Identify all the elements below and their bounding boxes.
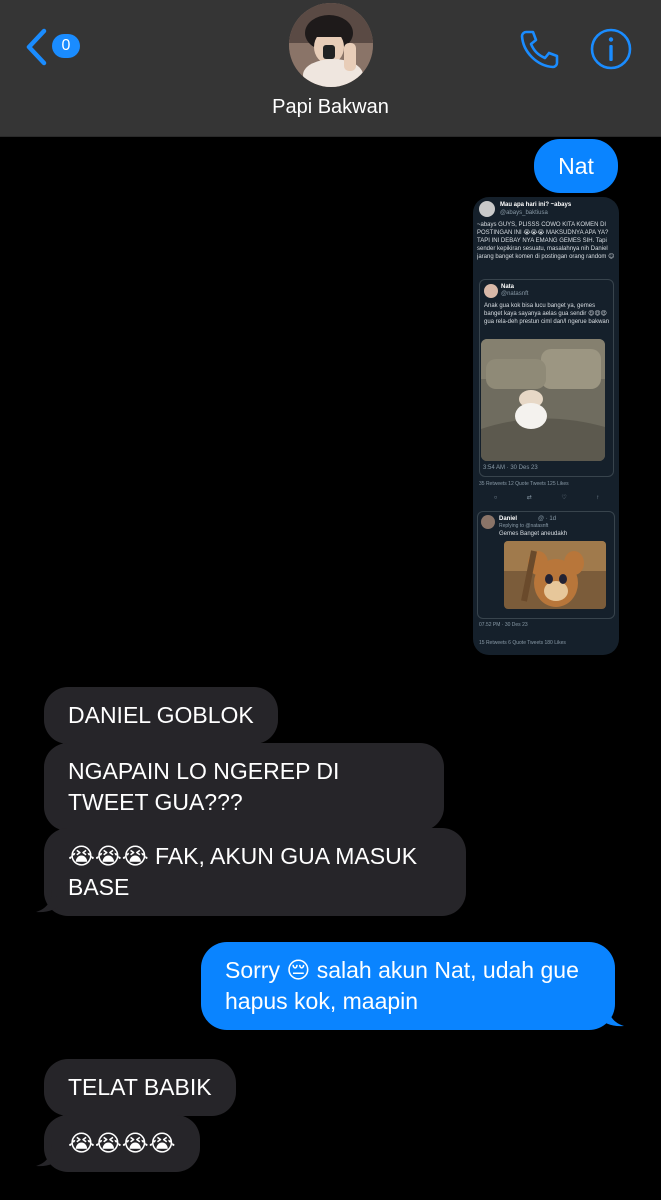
reply-icon: ○ bbox=[493, 495, 498, 501]
tweet-account-name: Mau apa hari ini? ~abays bbox=[500, 202, 572, 208]
tweet-actions: ○ ⇄ ♡ ↑ bbox=[479, 494, 614, 502]
shared-tweet-screenshot[interactable]: Mau apa hari ini? ~abays @abays_baktiusa… bbox=[473, 197, 619, 655]
retweet-icon: ⇄ bbox=[526, 495, 532, 501]
emoji: 😭😭😭 bbox=[68, 843, 149, 869]
tweet-avatar bbox=[479, 201, 495, 217]
incoming-message-bubble[interactable]: 😭😭😭😭 bbox=[44, 1115, 200, 1172]
contact-name[interactable]: Papi Bakwan bbox=[0, 96, 661, 119]
conversation-header: 0 Papi Bakwan bbox=[0, 0, 661, 137]
info-icon bbox=[590, 28, 632, 70]
quoted-timestamp: 3:54 AM · 30 Des 23 bbox=[483, 465, 538, 471]
tweet-footer-time: 07.52 PM · 30 Des 23 bbox=[479, 622, 528, 628]
avatar[interactable] bbox=[289, 3, 373, 87]
quoted-avatar bbox=[484, 284, 498, 298]
tweet-handle: @abays_baktiusa bbox=[500, 210, 548, 216]
outgoing-message-bubble[interactable]: Nat bbox=[534, 139, 618, 193]
quoted-handle: @natasnft bbox=[501, 291, 529, 297]
reply-to: Replying to @natasnft bbox=[499, 523, 549, 529]
message-text: Sorry bbox=[225, 957, 280, 983]
reply-avatar bbox=[481, 515, 495, 529]
tweet-body: ~abays GUYS, PLISSS COWO KITA KOMEN DI P… bbox=[477, 222, 615, 260]
incoming-message-bubble[interactable]: 😭😭😭 FAK, AKUN GUA MASUK BASE bbox=[44, 828, 466, 916]
share-icon: ↑ bbox=[596, 495, 600, 501]
bubble-tail bbox=[36, 1144, 62, 1167]
quoted-tweet-card: Nata @natasnft Anak gua kok bisa lucu ba… bbox=[479, 279, 614, 477]
reply-tweet-card: Daniel @ · 1d Replying to @natasnft Geme… bbox=[477, 511, 615, 619]
baby-photo bbox=[481, 339, 605, 461]
pensive-emoji: 😔 bbox=[286, 957, 311, 983]
chevron-left-icon bbox=[26, 28, 47, 66]
emoji: 😭😭😭😭 bbox=[68, 1130, 176, 1156]
incoming-message-bubble[interactable]: DANIEL GOBLOK bbox=[44, 687, 278, 744]
message-text: TELAT BABIK bbox=[68, 1074, 212, 1100]
info-button[interactable] bbox=[589, 27, 633, 76]
unread-count-badge: 0 bbox=[52, 34, 80, 58]
quoted-stats: 35 Retweets 12 Quote Tweets 125 Likes bbox=[479, 481, 569, 487]
bubble-tail bbox=[598, 1004, 624, 1027]
message-text: Nat bbox=[558, 153, 594, 179]
outgoing-message-bubble[interactable]: Sorry 😔 salah akun Nat, udah gue hapus k… bbox=[201, 942, 615, 1030]
jerry-meme-image bbox=[504, 541, 606, 609]
reply-text: Gemes Banget aneudakh bbox=[499, 531, 568, 537]
phone-icon bbox=[520, 30, 559, 69]
call-button[interactable] bbox=[517, 27, 561, 76]
tweet-footer-stats: 15 Retweets 6 Quote Tweets 180 Likes bbox=[479, 640, 566, 646]
back-button[interactable]: 0 bbox=[24, 28, 84, 68]
incoming-message-bubble[interactable]: NGAPAIN LO NGEREP DI TWEET GUA??? bbox=[44, 743, 444, 831]
quoted-body: Anak gua kok bisa lucu banget ya, gemes … bbox=[484, 303, 610, 325]
incoming-message-bubble[interactable]: TELAT BABIK bbox=[44, 1059, 236, 1116]
message-text: NGAPAIN LO NGEREP DI TWEET GUA??? bbox=[68, 758, 340, 815]
bubble-tail bbox=[36, 890, 62, 913]
like-icon: ♡ bbox=[561, 495, 567, 501]
message-text: DANIEL GOBLOK bbox=[68, 702, 254, 728]
